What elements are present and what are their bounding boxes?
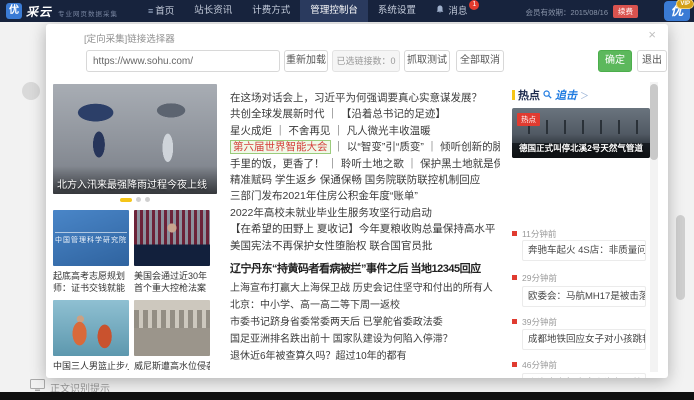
hot-title-accent[interactable]: 追击	[555, 87, 577, 103]
sign-text: 中国管理科学研究院	[55, 232, 127, 245]
quit-button[interactable]: 退出	[637, 50, 667, 72]
carousel-rain-photo[interactable]: 北方入汛来最强降雨过程今夜上线	[53, 84, 217, 194]
magnifier-icon	[543, 86, 552, 104]
news-list: 上海宣布打赢大上海保卫战 历史会记住坚守和付出的所有人 北京：中小学、高一高二等…	[230, 280, 500, 365]
renew-button[interactable]: 续费	[613, 5, 638, 18]
nav-item-settings[interactable]: 系统设置	[368, 0, 426, 22]
hot-feature-card[interactable]: 热点 德国正式叫停北溪2号天然气管道	[512, 108, 650, 158]
timeline-bullet-icon	[512, 231, 517, 236]
selected-link-count: 已选链接数：0	[332, 50, 400, 72]
hot-pursuit-header: 热点 追击 ＞	[512, 88, 650, 102]
thumb-venice-flood[interactable]	[134, 300, 210, 356]
nav-item-console[interactable]: 管理控制台	[300, 0, 368, 22]
cancel-all-button[interactable]: 全部取消	[456, 50, 504, 72]
timeline-bullet-icon	[512, 275, 517, 280]
news-lead-headline[interactable]: 辽宁丹东“持黄码者看病被拦”事件之后 当地12345回应	[230, 260, 506, 276]
carousel-caption[interactable]: 北方入汛来最强降雨过程今夜上线	[53, 166, 217, 194]
carousel-dots	[53, 197, 217, 202]
news-link[interactable]: 北京：中小学、高一高二等下周一返校	[230, 297, 500, 314]
brand-tagline: 专业网页数据采集	[58, 8, 118, 18]
headline-rest[interactable]: ｜ 以“智变”引“质变” ｜ 倾听创新的脉动	[331, 141, 501, 153]
chevron-right-icon[interactable]: ＞	[580, 89, 589, 102]
thumb-academy-sign[interactable]: 中国管理科学研究院	[53, 210, 129, 266]
grab-test-button[interactable]: 抓取测试	[404, 50, 450, 72]
timeline-item[interactable]: 成都地铁回应女子对小孩跳艳舞	[522, 329, 646, 350]
dialog-title: [定向采集]链接选择器	[84, 31, 175, 45]
nav-item-webmaster-news[interactable]: 站长资讯	[184, 0, 242, 22]
carousel-dot[interactable]	[136, 197, 141, 202]
vip-badge: VIP	[676, 0, 694, 9]
headline-link[interactable]: 精准赋码 学生返乡 保通保畅 国务院联防联控机制回应	[230, 172, 500, 188]
news-link[interactable]: 市委书记跻身省委常委两天后 已掌舵省委政法委	[230, 314, 500, 331]
thumb-us-president[interactable]	[134, 210, 210, 266]
close-icon[interactable]: ×	[648, 27, 656, 42]
headline-link[interactable]: 三部门发布2021年住房公积金年度“账单”	[230, 188, 500, 204]
hot-badge: 热点	[517, 113, 540, 126]
thumb-caption[interactable]: 威尼斯遭高水位侵袭 圣	[134, 360, 210, 373]
carousel-dot[interactable]	[145, 197, 150, 202]
headline-link[interactable]: 【在希望的田野上 夏收记】今年夏粮收购总量保持高水平	[230, 221, 500, 237]
sidebar-avatar-icon[interactable]	[22, 82, 40, 100]
news-link[interactable]: 国足亚洲排名跌出前十 国家队建设为何陷入停滞？	[230, 331, 500, 348]
hot-feature-caption[interactable]: 德国正式叫停北溪2号天然气管道	[512, 134, 650, 158]
timeline-time: 11分钟前	[522, 228, 556, 240]
timeline-item[interactable]: 上海宣布打赢大上海保卫战	[522, 373, 646, 378]
timeline-item[interactable]: 奔驰车起火 4S店：非质量问题	[522, 240, 646, 261]
timeline-item[interactable]: 欧委会：马航MH17是被击落	[522, 286, 646, 307]
section-accent-bar	[512, 90, 515, 100]
url-input[interactable]	[86, 50, 280, 72]
headline-link[interactable]: 手里的饭，更香了！ ｜ 聆听土地之歌 ｜ 保护黑土地就是保护每个…	[230, 156, 500, 172]
bell-icon	[436, 6, 447, 16]
timeline-time: 29分钟前	[522, 272, 557, 284]
nav-item-pricing[interactable]: 计费方式	[242, 0, 300, 22]
thumb-caption[interactable]: 起底高考志愿规划师：证书交钱就能拿	[53, 270, 129, 294]
page-scrollbar[interactable]	[676, 215, 685, 300]
headline-link[interactable]: 美国宪法不再保护女性堕胎权 联合国官员批	[230, 238, 500, 254]
news-link[interactable]: 上海宣布打赢大上海保卫战 历史会记住坚守和付出的所有人	[230, 280, 500, 297]
message-count-badge: 1	[469, 0, 479, 10]
nav-item-messages[interactable]: 消息 1	[426, 0, 478, 22]
content-scrollbar-thumb[interactable]	[650, 84, 658, 160]
confirm-button[interactable]: 确定	[598, 50, 632, 72]
headline-link[interactable]: 在这场对话会上，习近平为何强调要真心实意谋发展？	[230, 90, 500, 106]
brand-name: 采云	[26, 3, 52, 20]
headline-link[interactable]: 2022年高校未就业毕业生服务攻坚行动启动	[230, 205, 500, 221]
topbar: 优 采云 专业网页数据采集 ≡首页 站长资讯 计费方式 管理控制台 系统设置 消…	[0, 0, 694, 22]
membership-expiry: 会员有效期：2015/08/16	[525, 7, 608, 18]
reload-button[interactable]: 重新加载	[284, 50, 328, 72]
screen: 正文识别提示 优 采云 专业网页数据采集 ≡首页 站长资讯 计费方式 管理控制台…	[0, 0, 694, 400]
hot-title: 热点	[518, 87, 540, 103]
thumb-basketball[interactable]	[53, 300, 129, 356]
carousel-dot-active[interactable]	[120, 198, 132, 202]
selected-link-highlight[interactable]: 第六届世界智能大会	[230, 140, 331, 154]
timeline-time: 39分钟前	[522, 316, 557, 328]
nav-item-home[interactable]: ≡首页	[138, 0, 184, 22]
headline-link[interactable]: 共创全球发展新时代 ｜ 【沿着总书记的足迹】	[230, 106, 500, 122]
timeline-bullet-icon	[512, 362, 517, 367]
hot-pursuit-panel: 热点 追击 ＞ 热点 德国正式叫停北溪2号天然气管道 11分钟前 奔驰车起火 4…	[512, 88, 650, 102]
timeline-time: 46分钟前	[522, 359, 557, 371]
brand-logo-icon[interactable]: 优	[6, 3, 22, 19]
link-selector-dialog: [定向采集]链接选择器 × 重新加载 已选链接数：0 抓取测试 全部取消 确定 …	[46, 24, 668, 378]
home-icon: ≡	[148, 6, 153, 16]
headline-link-selected-row: 第六届世界智能大会 ｜ 以“智变”引“质变” ｜ 倾听创新的脉动	[230, 139, 500, 155]
news-link[interactable]: 退休近6年被查算久吗？超过10年的都有	[230, 348, 500, 365]
timeline-bullet-icon	[512, 319, 517, 324]
headline-list: 在这场对话会上，习近平为何强调要真心实意谋发展？ 共创全球发展新时代 ｜ 【沿着…	[230, 90, 500, 254]
headline-link[interactable]: 星火成炬 ｜ 不舍再见 ｜ 凡人微光丰收温暖	[230, 123, 500, 139]
thumb-caption[interactable]: 中国三人男篮止步小组赛	[53, 360, 129, 373]
bottom-bar	[0, 392, 694, 400]
topbar-nav: ≡首页 站长资讯 计费方式 管理控制台 系统设置 消息 1	[138, 0, 477, 22]
thumb-caption[interactable]: 美国会通过近30年首个重大控枪法案	[134, 270, 210, 294]
